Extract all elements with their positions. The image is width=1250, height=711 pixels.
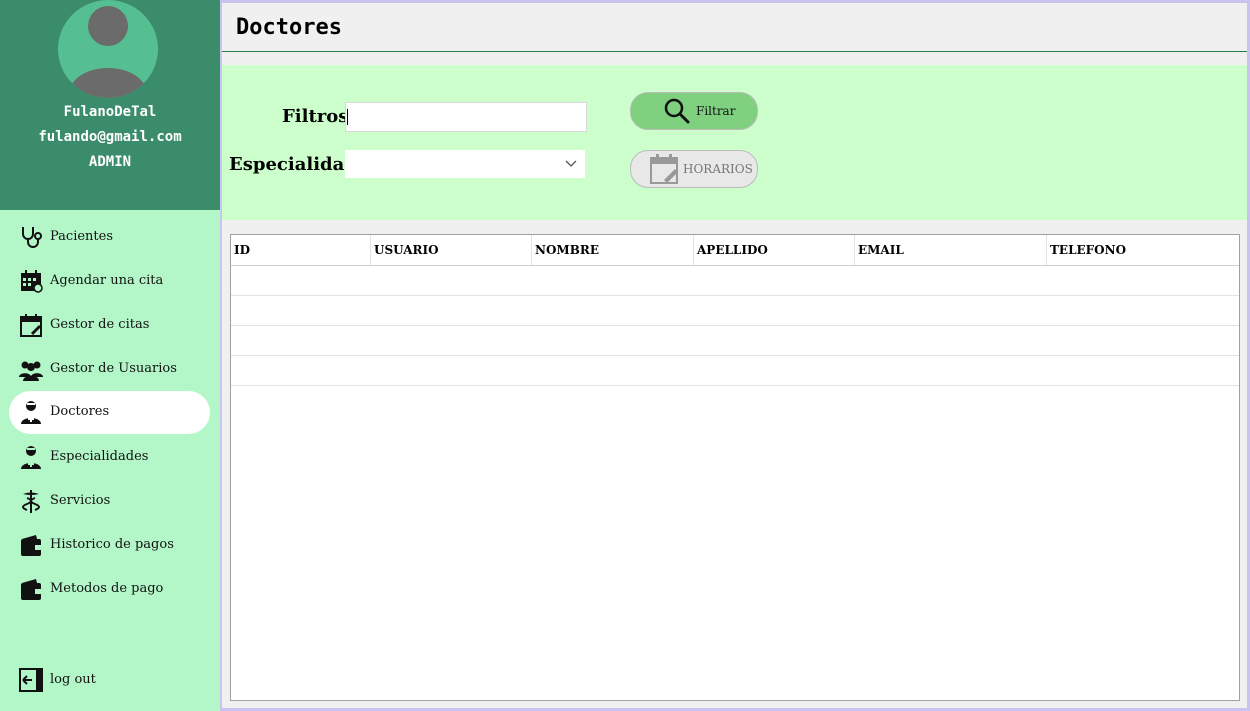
chevron-down-icon [565,160,577,167]
avatar [58,0,158,98]
main-content: Doctores Filtros: Especialidad: Filtrar [222,3,1247,708]
specialty-select[interactable] [345,150,585,178]
sidebar-item-agendar-cita[interactable]: Agendar una cita [9,260,210,303]
profile-role: ADMIN [88,154,132,170]
column-header-apellido[interactable]: APELLIDO [694,235,855,265]
table-row[interactable] [231,296,1239,326]
sidebar-item-especialidades[interactable]: Especialidades [9,436,210,479]
wallet-icon [21,535,41,556]
sidebar-item-historico-pagos[interactable]: Historico de pagos [9,524,210,567]
calendar-edit-icon [20,314,42,337]
column-header-email[interactable]: EMAIL [855,235,1047,265]
filters-input[interactable] [345,102,587,132]
logout-button[interactable]: log out [9,659,210,702]
user-silhouette-icon [68,6,148,98]
filter-button-label: Filtrar [696,104,736,118]
page-title: Doctores [236,15,342,40]
schedule-button[interactable]: HORARIOS [630,150,758,188]
calendar-edit-icon [650,154,678,184]
sidebar-item-label: Especialidades [50,449,149,464]
search-icon [664,98,690,124]
column-header-telefono[interactable]: TELEFONO [1047,235,1239,265]
table-header: ID USUARIO NOMBRE APELLIDO EMAIL TELEFON… [231,235,1239,266]
stethoscope-icon [22,227,42,248]
title-divider [222,51,1247,52]
sidebar-item-label: Historico de pagos [50,537,174,552]
filter-button[interactable]: Filtrar [630,92,758,130]
profile-name: FulanoDeTal [63,104,157,120]
table-row[interactable] [231,266,1239,296]
calendar-icon [21,270,43,293]
sidebar-item-metodos-pago[interactable]: Metodos de pago [9,568,210,611]
logout-label: log out [50,672,96,687]
sidebar-item-label: Servicios [50,493,111,508]
filter-panel: Filtros: Especialidad: Filtrar HORARIOS [222,65,1247,220]
users-icon [19,361,43,381]
caduceus-icon [22,490,40,513]
text-caret [347,109,348,125]
profile-panel: FulanoDeTal fulando@gmail.com ADMIN [0,0,220,210]
sidebar-item-label: Agendar una cita [50,273,164,288]
doctors-table[interactable]: ID USUARIO NOMBRE APELLIDO EMAIL TELEFON… [230,234,1240,701]
sidebar-item-label: Doctores [50,404,110,419]
wallet-icon [21,579,41,600]
sidebar-item-label: Gestor de Usuarios [50,361,177,376]
table-row[interactable] [231,326,1239,356]
doctor-icon [21,401,41,424]
logout-icon [19,668,43,692]
sidebar-item-gestor-usuarios[interactable]: Gestor de Usuarios [9,348,210,391]
sidebar-item-servicios[interactable]: Servicios [9,480,210,523]
specialty-label: Especialidad: [229,154,364,175]
schedule-button-label: HORARIOS [683,162,753,176]
column-header-id[interactable]: ID [231,235,371,265]
table-row[interactable] [231,356,1239,386]
column-header-usuario[interactable]: USUARIO [371,235,532,265]
sidebar-item-doctores[interactable]: Doctores [9,391,210,434]
sidebar: FulanoDeTal fulando@gmail.com ADMIN Paci… [0,0,220,711]
sidebar-item-label: Pacientes [50,229,114,244]
doctor-specialty-icon [21,446,41,469]
profile-email: fulando@gmail.com [38,129,182,145]
sidebar-item-gestor-citas[interactable]: Gestor de citas [9,304,210,347]
column-header-nombre[interactable]: NOMBRE [532,235,694,265]
sidebar-item-pacientes[interactable]: Pacientes [9,216,210,259]
sidebar-item-label: Gestor de citas [50,317,150,332]
sidebar-item-label: Metodos de pago [50,581,164,596]
